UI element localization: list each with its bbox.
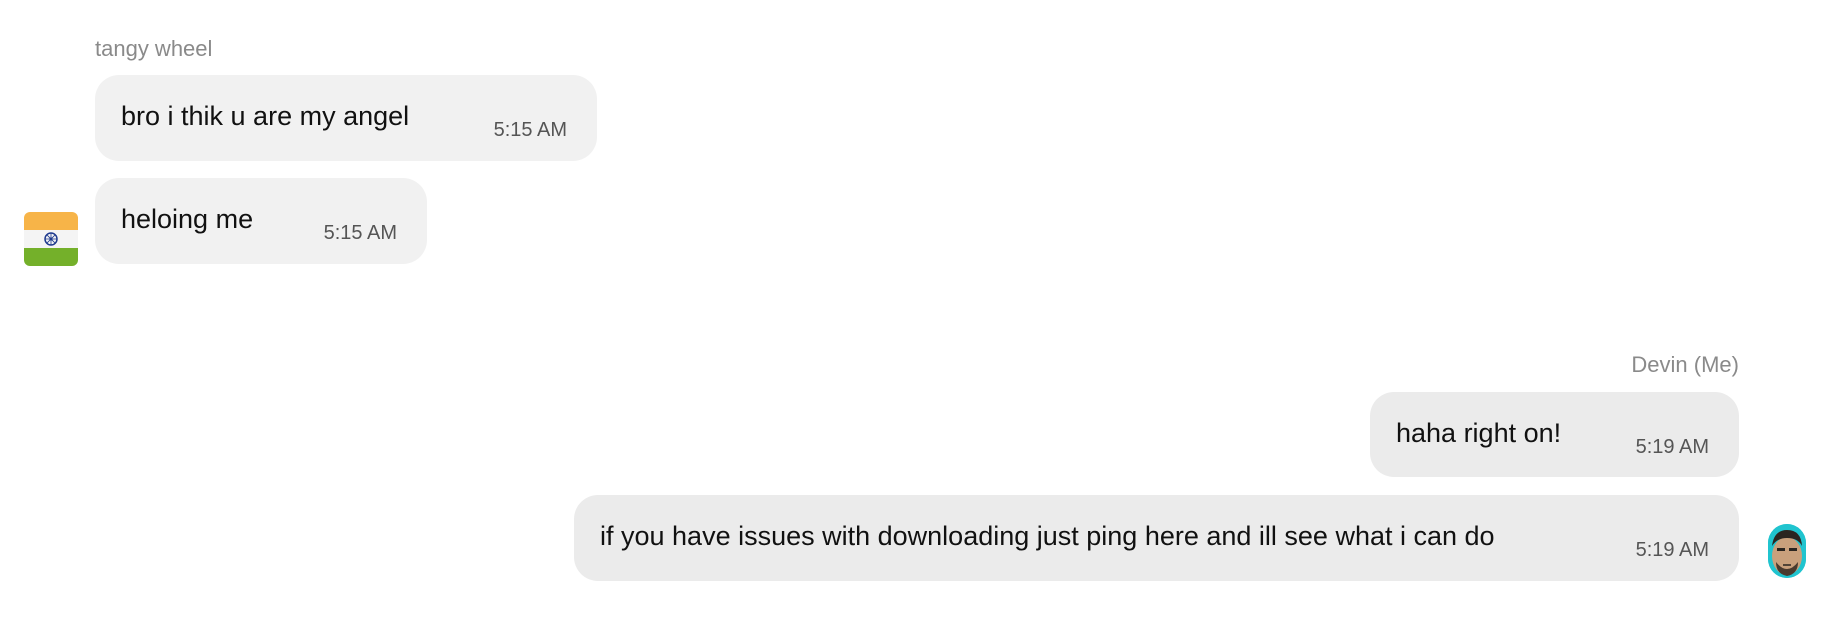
message-text: bro i thik u are my angel [121,101,410,131]
india-flag-icon[interactable] [24,212,78,266]
message-bubble-outgoing-1[interactable]: haha right on! 5:19 AM [1370,392,1739,477]
message-text: haha right on! [1396,418,1562,448]
message-timestamp: 5:19 AM [1635,539,1709,561]
user-avatar-icon[interactable] [1768,524,1806,578]
message-text: heloing me [121,204,254,234]
message-bubble-incoming-1[interactable]: bro i thik u are my angel 5:15 AM [95,75,597,161]
message-bubble-incoming-2[interactable]: heloing me 5:15 AM [95,178,427,264]
sender-name-outgoing: Devin (Me) [1631,352,1739,377]
message-text: if you have issues with downloading just… [600,521,1495,551]
message-timestamp: 5:15 AM [493,119,567,141]
message-bubble-outgoing-2[interactable]: if you have issues with downloading just… [574,495,1739,581]
sender-name-incoming: tangy wheel [95,36,213,61]
message-timestamp: 5:15 AM [323,222,397,244]
message-timestamp: 5:19 AM [1635,436,1709,458]
